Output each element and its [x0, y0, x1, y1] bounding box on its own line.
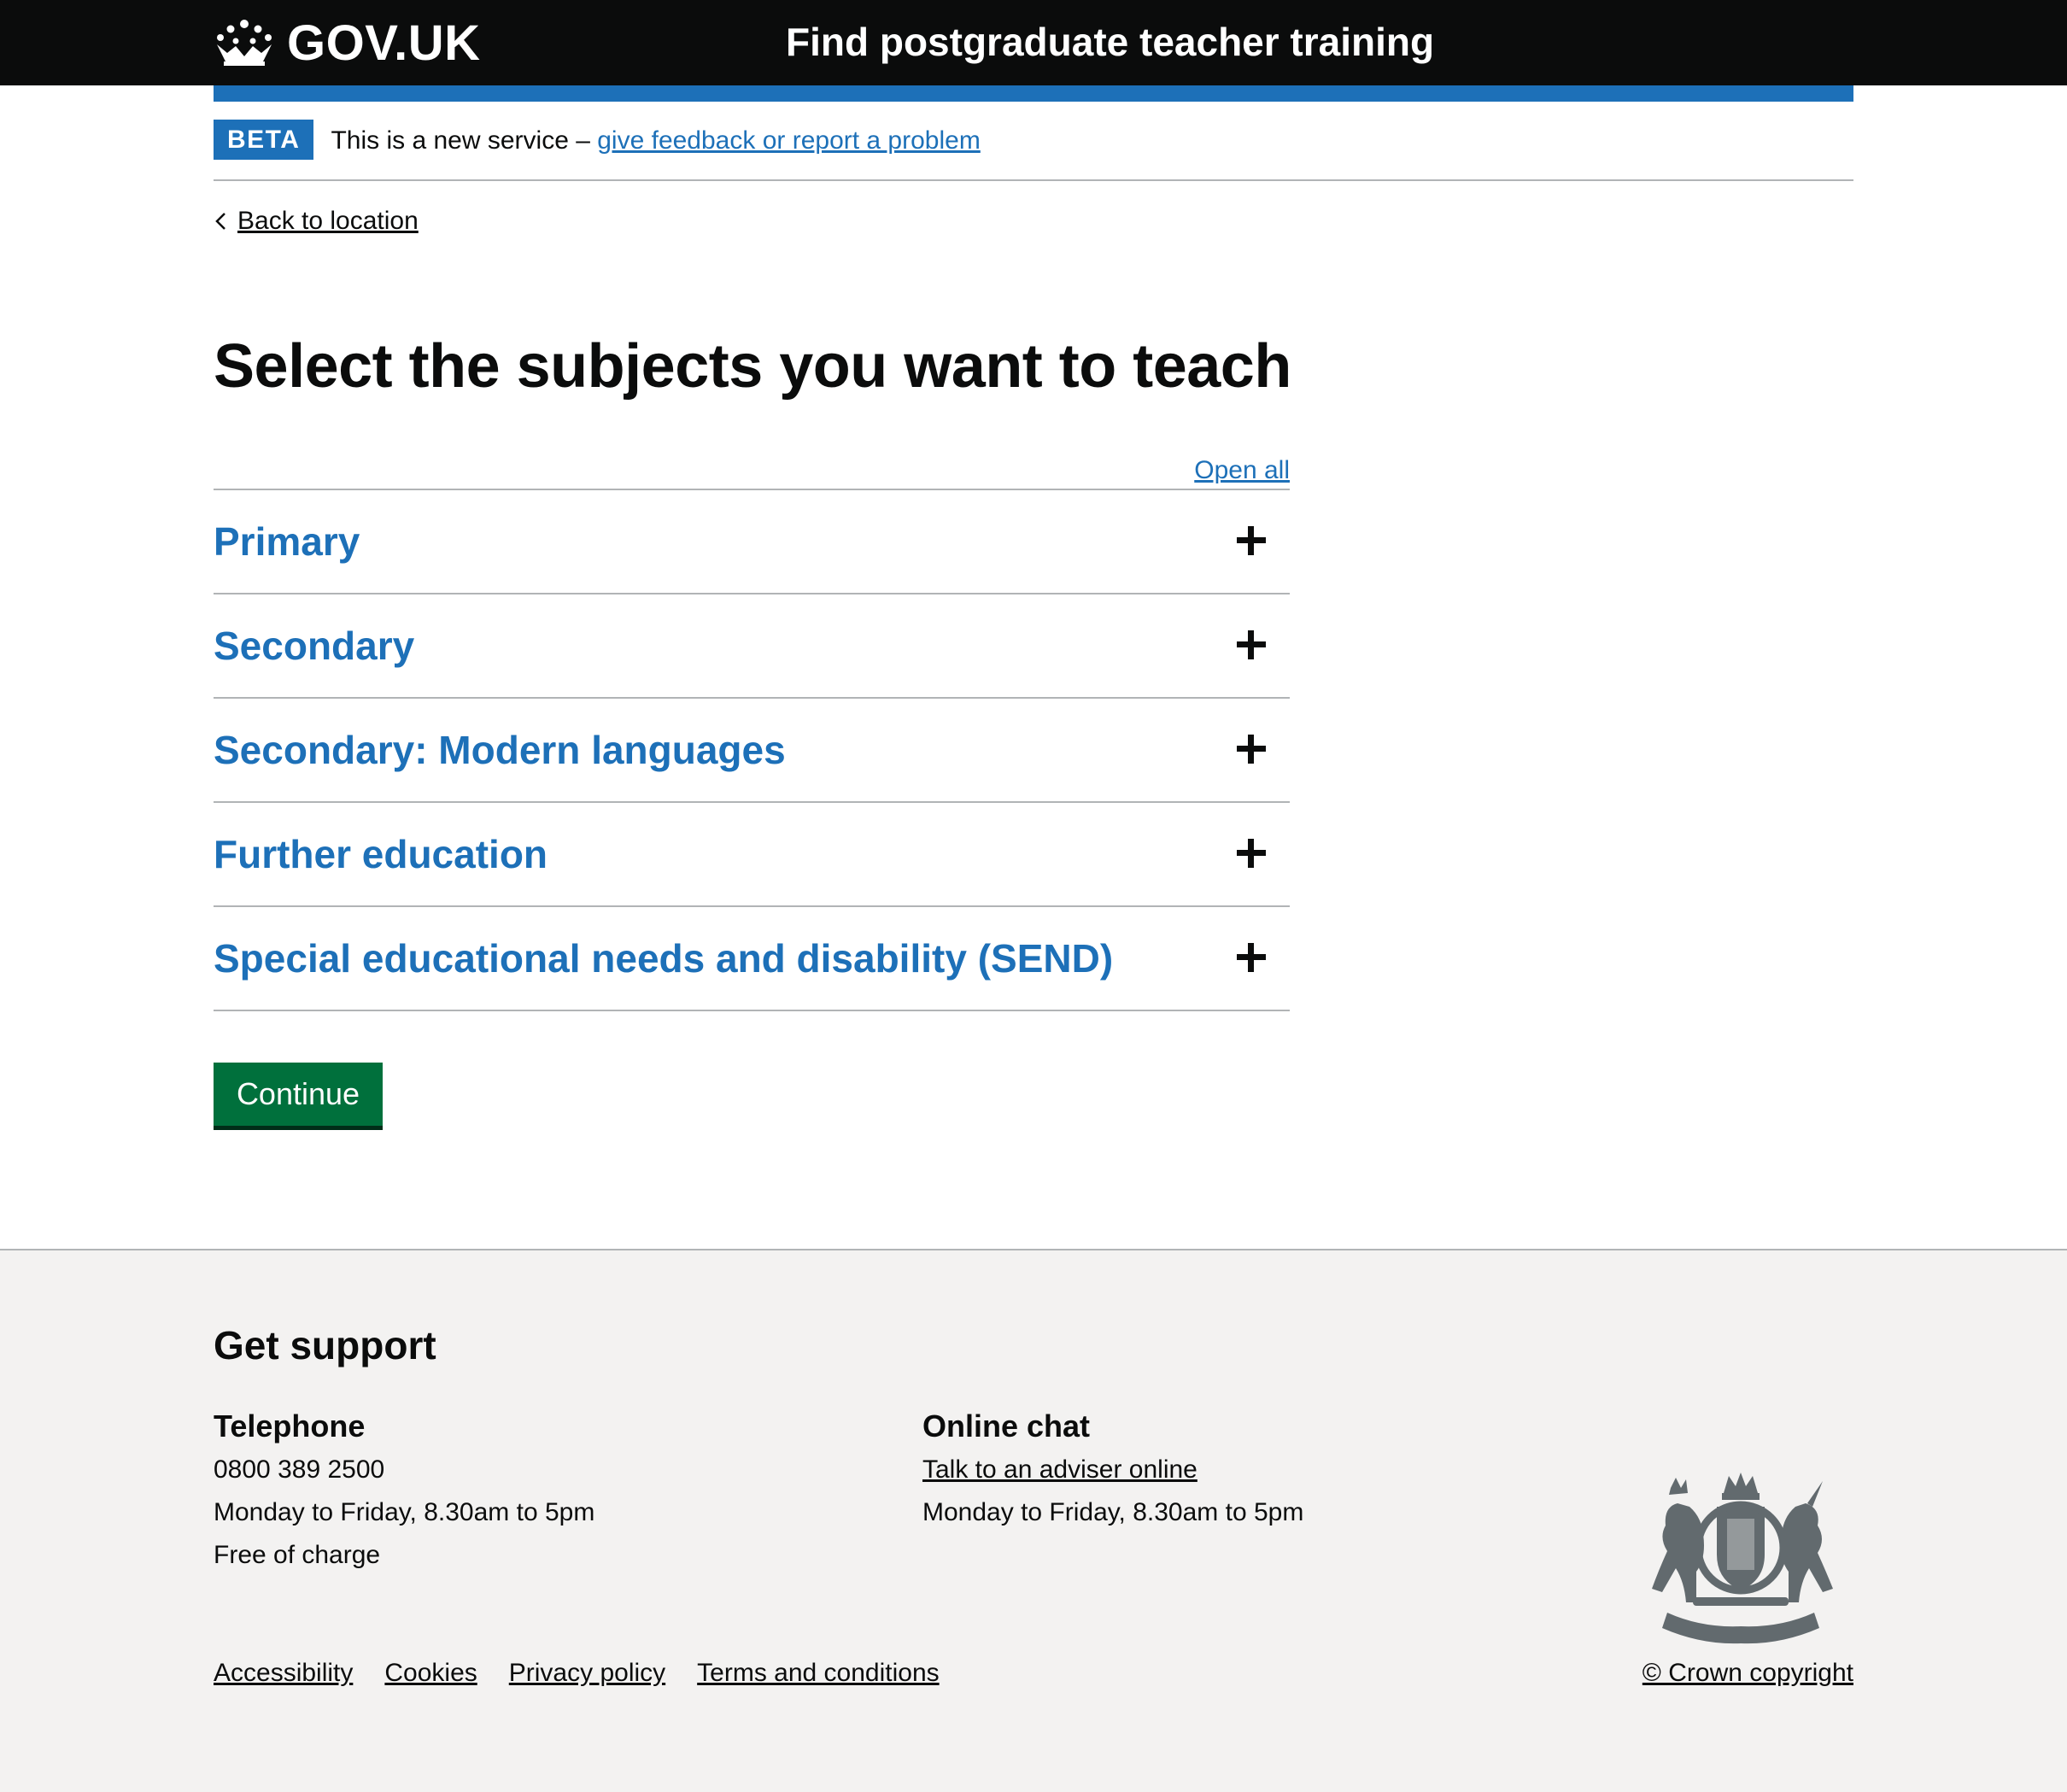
accordion-section-label[interactable]: Secondary: Modern languages — [214, 727, 786, 773]
telephone-hours: Monday to Friday, 8.30am to 5pm — [214, 1498, 595, 1526]
plus-icon[interactable] — [1237, 943, 1266, 972]
crown-copyright-link[interactable]: © Crown copyright — [1642, 1659, 1853, 1688]
plus-icon[interactable] — [1237, 735, 1266, 764]
accordion-section-primary[interactable]: Primary — [214, 490, 1290, 594]
govuk-logo-text: GOV.UK — [287, 15, 481, 71]
footer-link-accessibility[interactable]: Accessibility — [214, 1659, 353, 1688]
page-title: Select the subjects you want to teach — [214, 332, 1291, 401]
accordion-section-label[interactable]: Further education — [214, 831, 547, 877]
crown-icon — [217, 20, 272, 66]
back-link-label[interactable]: Back to location — [237, 207, 419, 236]
plus-icon[interactable] — [1237, 839, 1266, 868]
plus-icon[interactable] — [1237, 630, 1266, 659]
back-link[interactable]: Back to location — [214, 207, 419, 236]
accordion-section-further-education[interactable]: Further education — [214, 803, 1290, 907]
accordion-section-label[interactable]: Secondary — [214, 623, 414, 669]
phase-banner-text: This is a new service – give feedback or… — [331, 120, 980, 155]
royal-coat-of-arms-icon — [1652, 1473, 1833, 1644]
footer-title: Get support — [214, 1323, 436, 1367]
phase-banner-message: This is a new service – — [331, 126, 598, 155]
accordion-section-label[interactable]: Primary — [214, 518, 360, 565]
footer-link-cookies[interactable]: Cookies — [384, 1659, 477, 1688]
phase-banner: BETA This is a new service – give feedba… — [214, 120, 1853, 181]
online-chat-hours: Monday to Friday, 8.30am to 5pm — [922, 1498, 1304, 1526]
subjects-accordion: Primary Secondary Secondary: Modern lang… — [214, 489, 1290, 1011]
govuk-logo-link[interactable]: GOV.UK — [214, 15, 481, 71]
accordion-section-label[interactable]: Special educational needs and disability… — [214, 935, 1113, 981]
header-blue-bar — [214, 85, 1853, 102]
feedback-link[interactable]: give feedback or report a problem — [597, 126, 981, 155]
open-all-sections-link[interactable]: Open all — [1192, 456, 1290, 485]
plus-icon[interactable] — [1237, 526, 1266, 555]
footer-links: Accessibility Cookies Privacy policy Ter… — [214, 1659, 971, 1688]
footer-link-privacy-policy[interactable]: Privacy policy — [509, 1659, 665, 1688]
accordion-section-secondary[interactable]: Secondary — [214, 594, 1290, 699]
telephone-support: Telephone 0800 389 2500 Monday to Friday… — [214, 1404, 594, 1577]
accordion-section-modern-languages[interactable]: Secondary: Modern languages — [214, 699, 1290, 803]
telephone-cost: Free of charge — [214, 1541, 381, 1569]
online-chat-support: Online chat Talk to an adviser online Mo… — [922, 1404, 1303, 1534]
chevron-left-icon — [215, 213, 225, 230]
service-name-link[interactable]: Find postgraduate teacher training — [786, 19, 1434, 65]
continue-button[interactable]: Continue — [214, 1063, 383, 1126]
accordion-section-send[interactable]: Special educational needs and disability… — [214, 907, 1290, 1011]
talk-to-adviser-link[interactable]: Talk to an adviser online — [922, 1455, 1197, 1484]
telephone-heading: Telephone — [214, 1408, 366, 1444]
online-chat-heading: Online chat — [922, 1408, 1091, 1444]
telephone-number: 0800 389 2500 — [214, 1455, 385, 1484]
footer-link-terms-and-conditions[interactable]: Terms and conditions — [697, 1659, 939, 1688]
beta-tag: BETA — [214, 120, 314, 160]
footer: Get support Telephone 0800 389 2500 Mond… — [0, 1249, 2067, 1792]
header: GOV.UK Find postgraduate teacher trainin… — [0, 0, 2067, 85]
